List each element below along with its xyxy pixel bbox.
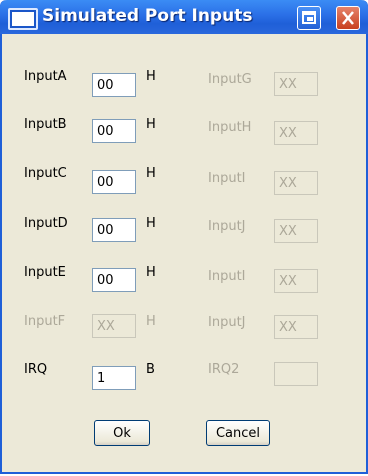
input-e-field[interactable] — [92, 268, 136, 292]
input-g-label: InputG — [208, 72, 252, 87]
input-f-label: InputF — [24, 314, 66, 329]
close-button[interactable] — [336, 6, 360, 30]
title-bar[interactable]: Simulated Port Inputs — [0, 0, 368, 34]
input-b-unit: H — [146, 117, 156, 132]
irq-label: IRQ — [24, 362, 48, 377]
input-i-field — [274, 171, 318, 195]
input-j2-field — [274, 315, 318, 339]
input-j2-label: InputJ — [208, 315, 246, 330]
input-j-label: InputJ — [208, 219, 246, 234]
input-c-field[interactable] — [92, 170, 136, 194]
input-b-field[interactable] — [92, 119, 136, 143]
input-d-field[interactable] — [92, 218, 136, 242]
restore-icon — [302, 11, 316, 24]
input-h-label: InputH — [208, 120, 252, 135]
window-title: Simulated Port Inputs — [42, 6, 253, 26]
input-i2-label: InputI — [208, 269, 246, 284]
input-c-unit: H — [146, 166, 156, 181]
input-a-unit: H — [146, 69, 156, 84]
input-i2-field — [274, 269, 318, 293]
irq2-field — [274, 362, 318, 386]
input-f-field — [92, 314, 136, 338]
irq-field[interactable] — [92, 366, 136, 390]
close-icon — [342, 11, 354, 25]
input-f-unit: H — [146, 314, 156, 329]
irq2-label: IRQ2 — [208, 362, 240, 377]
input-j-field — [274, 219, 318, 243]
input-h-field — [274, 121, 318, 145]
input-a-field[interactable] — [92, 73, 136, 97]
irq-unit: B — [146, 362, 155, 377]
input-i-label: InputI — [208, 171, 246, 186]
cancel-button[interactable]: Cancel — [206, 420, 270, 446]
ok-button[interactable]: Ok — [94, 420, 150, 446]
dialog-window: Simulated Port Inputs InputA H InputB H … — [0, 0, 368, 474]
input-g-field — [274, 72, 318, 96]
window-icon — [8, 8, 38, 30]
input-e-unit: H — [146, 265, 156, 280]
input-e-label: InputE — [24, 265, 66, 280]
restore-button[interactable] — [297, 6, 321, 30]
input-a-label: InputA — [24, 69, 67, 84]
input-d-unit: H — [146, 216, 156, 231]
input-d-label: InputD — [24, 216, 68, 231]
input-b-label: InputB — [24, 117, 67, 132]
input-c-label: InputC — [24, 166, 67, 181]
